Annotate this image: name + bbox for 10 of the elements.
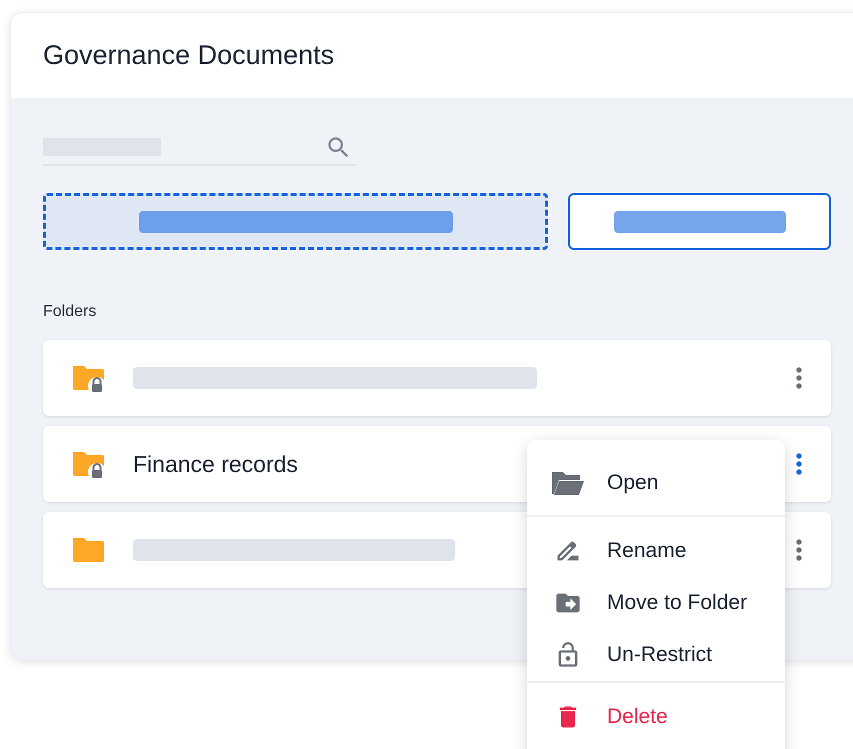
menu-item[interactable]: Rename [527, 525, 785, 577]
card-title: Governance Documents [43, 39, 334, 72]
outlined-button[interactable] [568, 193, 831, 250]
open-folder-icon [551, 470, 585, 496]
menu-item[interactable]: Move to Folder [527, 577, 785, 629]
menu-item[interactable]: Un-Restrict [527, 629, 785, 681]
folder-name: Finance records [133, 450, 299, 479]
drop-zone[interactable] [43, 193, 548, 250]
folders-heading: Folders [43, 302, 98, 322]
menu-item[interactable]: Delete [527, 691, 785, 743]
